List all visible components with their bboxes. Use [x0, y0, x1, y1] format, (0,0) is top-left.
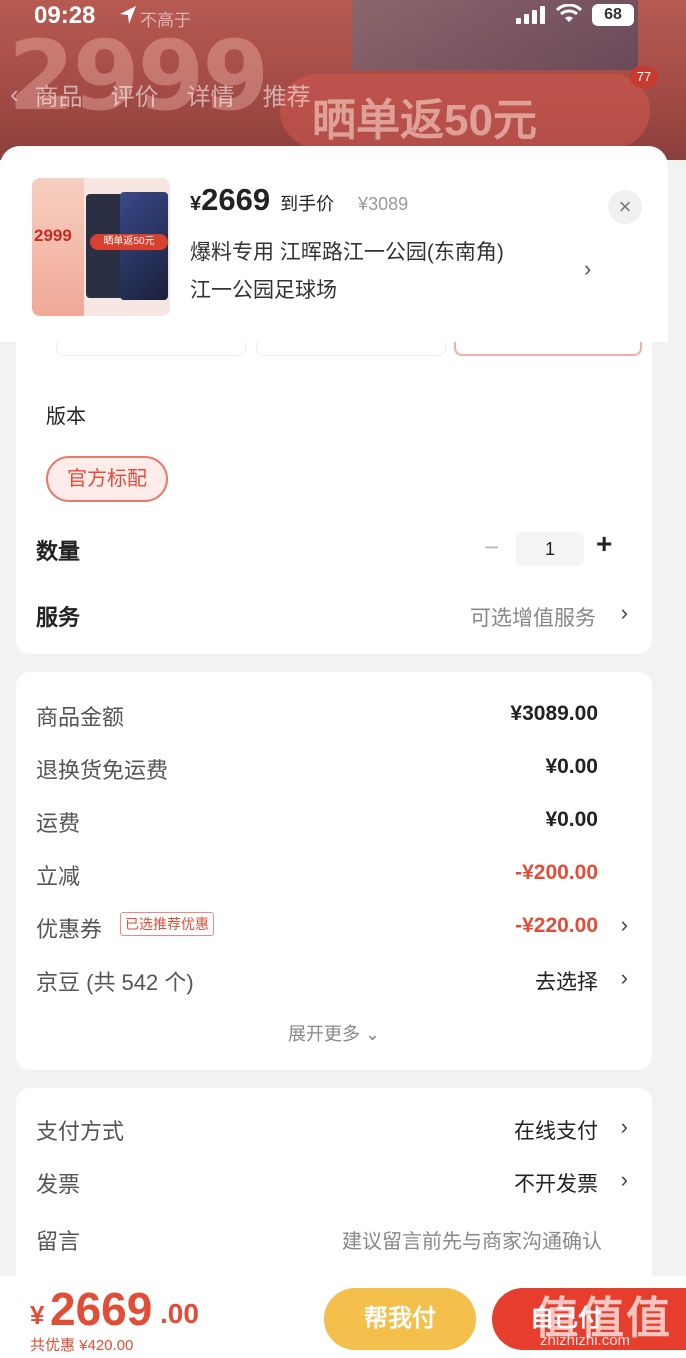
summary-row-label: 退换货免运费: [36, 758, 169, 783]
summary-row-label: 立减: [36, 864, 81, 889]
back-icon[interactable]: ‹: [10, 79, 19, 110]
checkout-sheet: 2999 晒单返50元 ¥ 2669 到手价 ¥3089 爆料专用 江晖路江一公…: [0, 146, 668, 1358]
tab-details[interactable]: 详情: [187, 77, 235, 112]
summary-row-label: 优惠券: [36, 917, 103, 942]
sheet-header: 2999 晒单返50元 ¥ 2669 到手价 ¥3089 爆料专用 江晖路江一公…: [0, 146, 668, 342]
summary-row-value: ¥0.00: [545, 808, 598, 831]
original-price: ¥3089: [358, 194, 409, 214]
thumbnail-promo-pill: 晒单返50元: [90, 234, 168, 250]
tab-products[interactable]: 商品: [35, 77, 83, 112]
status-time: 09:28: [34, 2, 96, 29]
payment-method-chevron-right-icon[interactable]: ›: [621, 1114, 628, 1140]
invoice-label: 发票: [36, 1172, 81, 1197]
location-arrow-icon: [120, 6, 136, 24]
summary-row-value: ¥0.00: [545, 755, 598, 778]
total-price: 2669: [50, 1283, 153, 1335]
summary-row-value[interactable]: 去选择: [535, 966, 598, 996]
tab-recommend[interactable]: 推荐: [263, 77, 311, 112]
service-chevron-right-icon[interactable]: ›: [621, 600, 628, 626]
version-option-standard[interactable]: 官方标配: [46, 456, 168, 502]
thumbnail-promo-strip: [32, 178, 84, 316]
background-tabs: ‹ 商品 评价 详情 推荐: [0, 74, 400, 114]
wifi-icon: [556, 4, 582, 22]
service-label: 服务: [36, 605, 81, 630]
total-price-decimal: .00: [160, 1298, 199, 1329]
summary-row-value: ¥3089.00: [510, 702, 598, 725]
price-currency: ¥: [190, 193, 202, 215]
final-price-label: 到手价: [280, 194, 335, 214]
total-saving: 共优惠 ¥420.00: [30, 1337, 134, 1354]
thumbnail-price-text: 2999: [34, 226, 72, 245]
payment-method-value[interactable]: 在线支付: [514, 1115, 598, 1145]
watermark-site: zhizhizhi.com: [540, 1332, 631, 1349]
recommended-coupon-badge: 已选推荐优惠: [120, 912, 214, 936]
invoice-chevron-right-icon[interactable]: ›: [621, 1167, 628, 1193]
spec-card: 版本 官方标配 数量 − 1 + 服务 可选增值服务 ›: [16, 316, 652, 654]
expand-more-link[interactable]: 展开更多 ⌄: [16, 1020, 652, 1046]
close-icon[interactable]: ×: [608, 190, 642, 224]
summary-row-label: 京豆 (共 542 个): [36, 970, 194, 995]
battery-indicator: 68: [592, 4, 634, 26]
cart-count-badge: 77: [630, 66, 658, 88]
address-line-1[interactable]: 爆料专用 江晖路江一公园(东南角): [190, 236, 504, 266]
payment-method-label: 支付方式: [36, 1119, 125, 1144]
invoice-value[interactable]: 不开发票: [514, 1168, 598, 1198]
message-input[interactable]: 建议留言前先与商家沟通确认: [342, 1225, 602, 1254]
help-pay-button[interactable]: 帮我付: [324, 1288, 476, 1350]
final-price: 2669: [201, 182, 271, 217]
product-thumbnail: 2999 晒单返50元: [32, 178, 170, 316]
coupon-chevron-right-icon[interactable]: ›: [621, 912, 628, 938]
address-chevron-right-icon[interactable]: ›: [584, 256, 591, 282]
version-label: 版本: [46, 406, 86, 428]
summary-row-value: -¥200.00: [515, 861, 598, 884]
quantity-label: 数量: [36, 539, 81, 564]
quantity-plus-button[interactable]: +: [596, 528, 612, 560]
status-bar: 09:28 68: [0, 0, 686, 32]
jingdou-chevron-right-icon[interactable]: ›: [621, 965, 628, 991]
summary-row-label: 运费: [36, 811, 81, 836]
cellular-signal-icon: [516, 6, 545, 24]
summary-row-label: 商品金额: [36, 705, 125, 730]
message-label: 留言: [36, 1229, 81, 1254]
payment-card: 支付方式 在线支付 › 发票 不开发票 › 留言 建议留言前先与商家沟通确认: [16, 1088, 652, 1288]
order-summary-card: 商品金额 ¥3089.00 退换货免运费 ¥0.00 运费 ¥0.00 立减 -…: [16, 672, 652, 1070]
tab-reviews[interactable]: 评价: [111, 77, 159, 112]
service-value[interactable]: 可选增值服务: [470, 602, 596, 632]
quantity-value[interactable]: 1: [516, 532, 584, 566]
address-line-2[interactable]: 江一公园足球场: [190, 274, 337, 304]
quantity-minus-button[interactable]: −: [484, 532, 499, 563]
summary-row-value[interactable]: -¥220.00: [515, 914, 598, 938]
price-row: ¥ 2669 到手价 ¥3089: [190, 182, 408, 218]
total-currency: ¥: [30, 1300, 45, 1330]
